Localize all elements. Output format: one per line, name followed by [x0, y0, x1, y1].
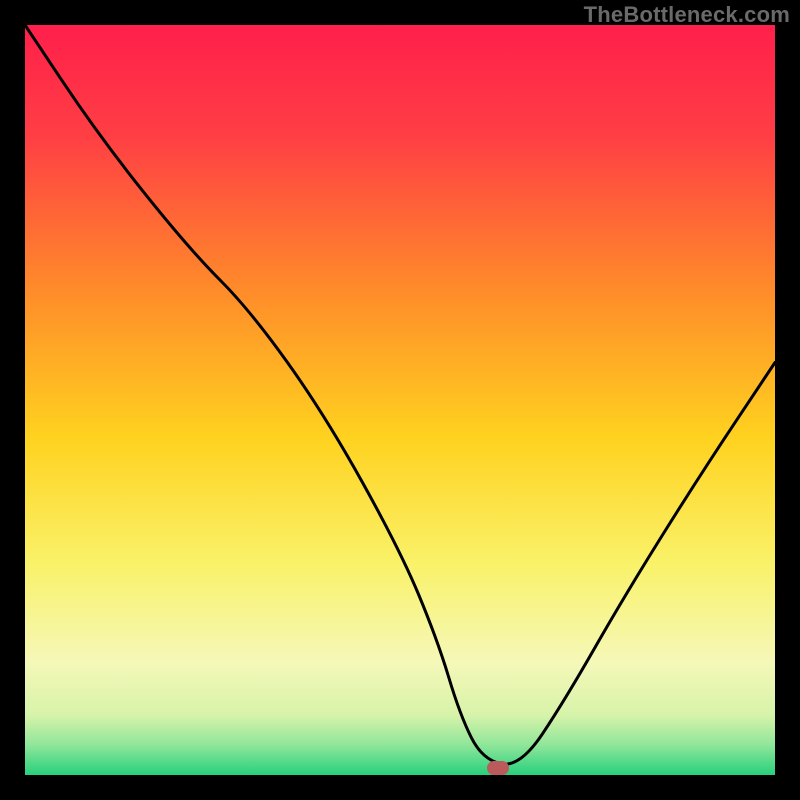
bottom-border	[0, 775, 800, 800]
chart-frame: TheBottleneck.com	[0, 0, 800, 800]
bottleneck-curve	[25, 25, 775, 775]
optimal-point-marker	[487, 761, 509, 775]
plot-area	[25, 25, 775, 775]
